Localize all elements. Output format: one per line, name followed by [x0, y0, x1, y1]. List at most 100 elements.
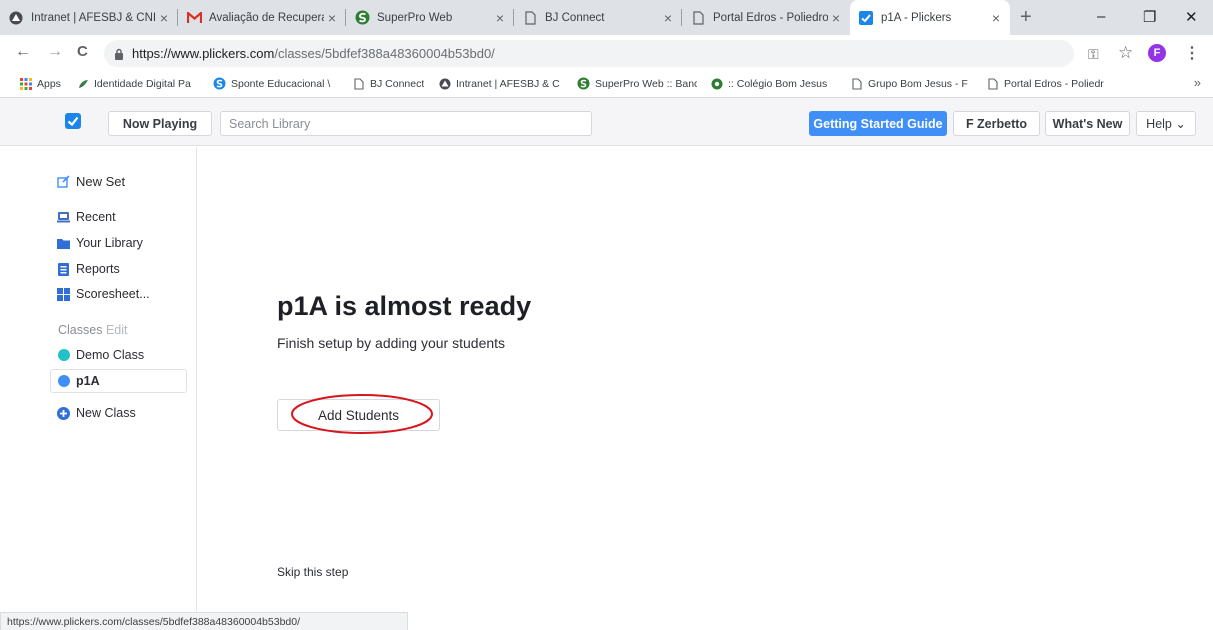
close-icon[interactable]: ×: [328, 10, 336, 26]
restore-button[interactable]: ❐: [1143, 8, 1156, 26]
page-subtitle: Finish setup by adding your students: [277, 335, 506, 351]
bookmark-grupo-bom-jesus[interactable]: Grupo Bom Jesus - F: [850, 77, 975, 90]
whats-new-button[interactable]: What's New: [1045, 111, 1130, 136]
folder-icon: [57, 237, 70, 250]
minimize-button[interactable]: –: [1097, 8, 1105, 25]
tab-label: Intranet | AFESBJ & CNI: [31, 11, 156, 24]
new-tab-button[interactable]: +: [1020, 6, 1032, 29]
bookmark-sponte[interactable]: Sponte Educacional \: [213, 77, 337, 90]
page-icon: [352, 77, 365, 90]
tab-label: SuperPro Web: [377, 11, 453, 24]
key-icon[interactable]: ⚿: [1088, 46, 1099, 63]
new-set-button[interactable]: New Set: [57, 174, 125, 189]
sidebar-item-label: Scoresheet...: [76, 287, 150, 301]
classes-heading: Classes Edit: [58, 323, 128, 337]
page-icon: [522, 10, 538, 26]
sidebar-class-demo-class[interactable]: Demo Class: [57, 348, 144, 362]
bookmark-label: Apps: [37, 77, 61, 90]
new-set-icon: [57, 175, 70, 188]
tab-label: Portal Edros - Poliedro: [713, 11, 828, 24]
tab-intranet[interactable]: Intranet | AFESBJ & CNI ×: [0, 0, 178, 35]
reports-icon: [57, 262, 70, 276]
sidebar-class-p1a[interactable]: p1A: [57, 374, 100, 388]
close-icon[interactable]: ×: [160, 10, 168, 26]
afesbj-icon: [438, 77, 451, 90]
bookmarks-overflow-icon[interactable]: »: [1194, 75, 1201, 90]
search-library-input[interactable]: Search Library: [220, 111, 592, 136]
new-set-label: New Set: [76, 174, 126, 189]
bookmark-superpro[interactable]: SuperPro Web :: Banc: [577, 77, 697, 90]
now-playing-button[interactable]: Now Playing: [108, 111, 212, 136]
bookmark-intranet[interactable]: Intranet | AFESBJ & C: [438, 77, 564, 90]
class-label: Demo Class: [76, 348, 145, 362]
bookmark-label: Identidade Digital Pa: [94, 77, 191, 90]
star-icon[interactable]: ☆: [1118, 43, 1133, 63]
bookmark-label: Intranet | AFESBJ & C: [456, 77, 560, 90]
sidebar-item-recent[interactable]: Recent: [57, 210, 116, 224]
close-icon[interactable]: ×: [496, 10, 504, 26]
plickers-logo-icon[interactable]: [65, 113, 81, 129]
tab-label: Avaliação de Recuperação: [209, 11, 324, 24]
superpro-icon: [577, 77, 590, 90]
class-color-dot: [57, 375, 70, 388]
annotation-circle: [291, 394, 433, 434]
new-class-button[interactable]: New Class: [57, 406, 136, 420]
classes-edit-link[interactable]: Edit: [106, 323, 128, 337]
sidebar-item-scoresheet[interactable]: Scoresheet...: [57, 287, 150, 301]
tab-p1a-plickers[interactable]: p1A - Plickers ×: [850, 0, 1010, 35]
back-button[interactable]: ←: [15, 43, 31, 61]
bookmarks-bar: Apps Identidade Digital Pa Sponte Educac…: [0, 71, 1213, 98]
bookmark-apps[interactable]: Apps: [19, 77, 61, 90]
page-icon: [850, 77, 863, 90]
status-url-tooltip: https://www.plickers.com/classes/5bdfef3…: [0, 612, 408, 630]
url-path: /classes/5bdfef388a48360004b53bd0/: [274, 46, 495, 61]
tab-label: BJ Connect: [545, 11, 605, 24]
getting-started-button[interactable]: Getting Started Guide: [809, 111, 947, 136]
bomjesus-icon: [710, 77, 723, 90]
gmail-icon: [186, 10, 202, 26]
bookmark-label: Grupo Bom Jesus - F: [868, 77, 968, 90]
class-label: p1A: [76, 374, 100, 388]
tab-label: p1A - Plickers: [881, 11, 952, 24]
lock-icon: [114, 48, 124, 60]
page-icon: [690, 10, 706, 26]
sponte-icon: [213, 77, 226, 90]
profile-avatar[interactable]: F: [1148, 44, 1166, 62]
class-color-dot: [57, 349, 70, 362]
classes-heading-label: Classes: [58, 323, 103, 337]
close-icon[interactable]: ×: [992, 10, 1000, 26]
bookmark-bj-connect[interactable]: BJ Connect: [352, 77, 424, 90]
sidebar-item-label: Your Library: [76, 236, 143, 250]
apps-grid-icon: [19, 77, 32, 90]
close-icon[interactable]: ×: [832, 10, 840, 26]
help-button[interactable]: Help ⌄: [1136, 111, 1196, 136]
page-icon: [986, 77, 999, 90]
tab-portal-edros[interactable]: Portal Edros - Poliedro ×: [682, 0, 850, 35]
user-menu-button[interactable]: F Zerbetto: [953, 111, 1040, 136]
tab-bj-connect[interactable]: BJ Connect ×: [514, 0, 682, 35]
browser-tab-strip: Intranet | AFESBJ & CNI × Avaliação de R…: [0, 0, 1213, 35]
url-host: https://www.plickers.com: [132, 46, 275, 61]
bookmark-label: Portal Edros - Poliedr: [1004, 77, 1104, 90]
bookmark-label: Sponte Educacional \: [231, 77, 331, 90]
sidebar-item-label: Recent: [76, 210, 116, 224]
bookmark-colegio-bom-jesus[interactable]: :: Colégio Bom Jesus: [710, 77, 832, 90]
bookmark-portal-edros[interactable]: Portal Edros - Poliedr: [986, 77, 1106, 90]
browser-menu-icon[interactable]: ⋮: [1184, 43, 1200, 63]
sidebar-item-reports[interactable]: Reports: [57, 262, 120, 276]
sidebar-item-your-library[interactable]: Your Library: [57, 236, 143, 250]
address-bar-row: ← → C https://www.plickers.com/classes/5…: [0, 35, 1213, 71]
window-close-button[interactable]: ✕: [1185, 8, 1198, 26]
recent-icon: [57, 211, 70, 224]
superpro-icon: [354, 10, 370, 26]
tab-avaliacao[interactable]: Avaliação de Recuperação ×: [178, 0, 346, 35]
close-icon[interactable]: ×: [664, 10, 672, 26]
bookmark-identidade[interactable]: Identidade Digital Pa: [76, 77, 201, 90]
tab-superpro[interactable]: SuperPro Web ×: [346, 0, 514, 35]
scoresheet-icon: [57, 287, 70, 301]
url-input[interactable]: https://www.plickers.com/classes/5bdfef3…: [104, 40, 1074, 67]
skip-step-link[interactable]: Skip this step: [277, 565, 348, 579]
reload-button[interactable]: C: [77, 43, 88, 60]
bookmark-label: SuperPro Web :: Banc: [595, 77, 697, 90]
forward-button[interactable]: →: [47, 43, 63, 61]
